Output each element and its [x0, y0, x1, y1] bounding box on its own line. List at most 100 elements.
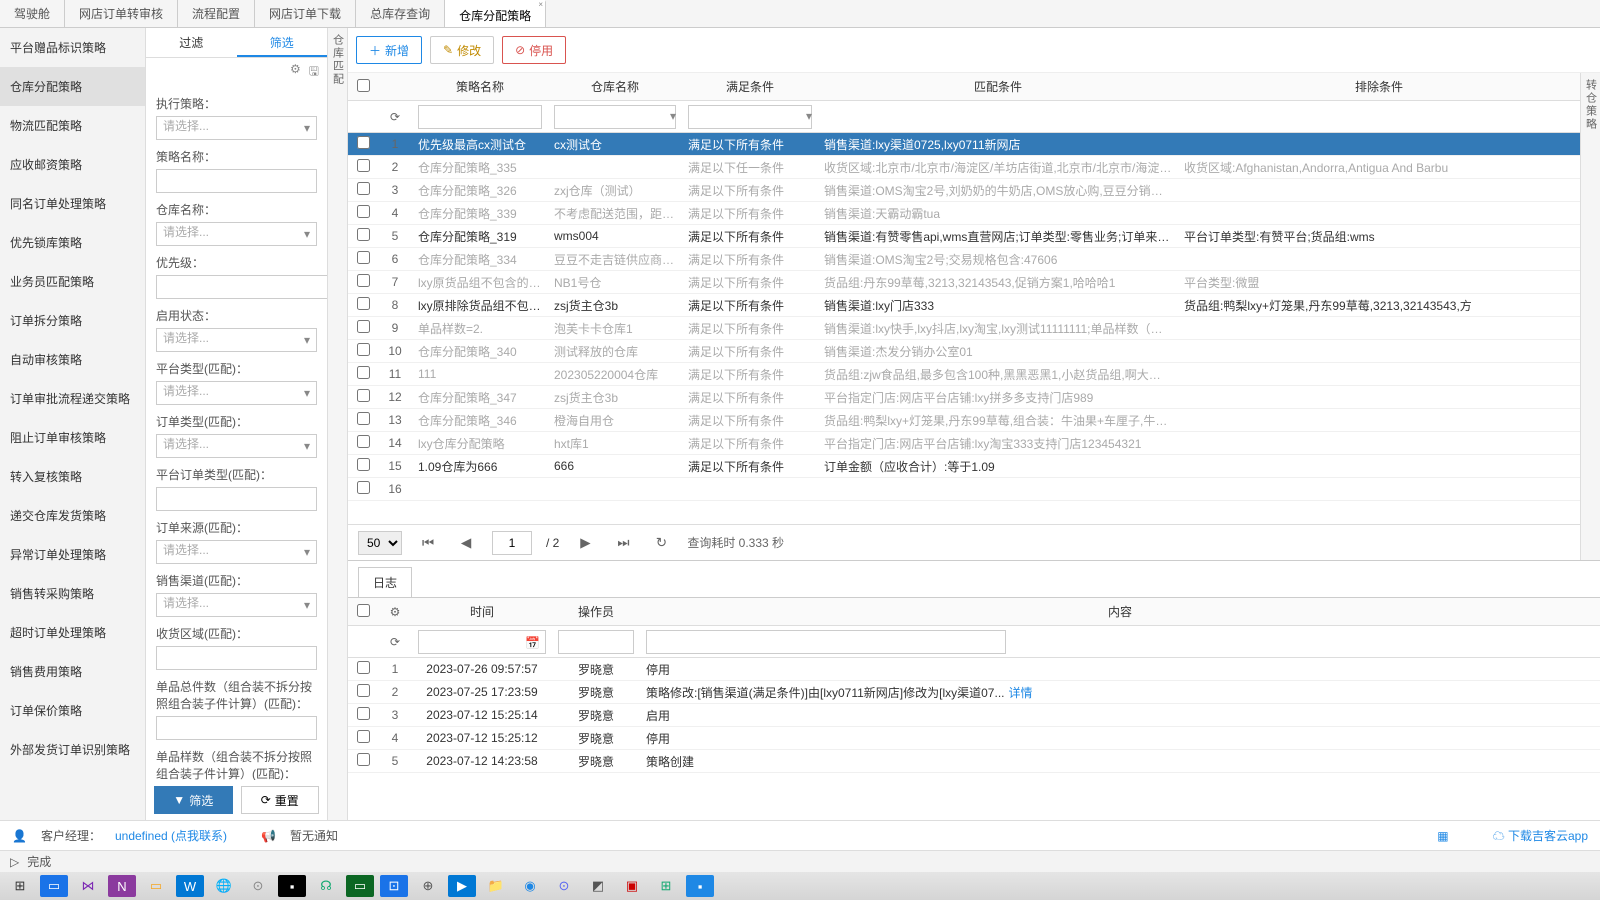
- left-nav-item[interactable]: 销售费用策略: [0, 652, 145, 691]
- last-page-icon[interactable]: ⏭: [611, 531, 635, 555]
- ptype-select[interactable]: 请选择...: [156, 381, 317, 405]
- exec-select[interactable]: 请选择...: [156, 116, 317, 140]
- edit-button[interactable]: ✎修改: [430, 36, 494, 64]
- disable-button[interactable]: ⊘停用: [502, 36, 566, 64]
- reload-icon[interactable]: ⟳: [378, 110, 412, 124]
- left-nav-item[interactable]: 自动审核策略: [0, 340, 145, 379]
- log-reload-icon[interactable]: ⟳: [378, 635, 412, 649]
- detail-link[interactable]: 详情: [1004, 686, 1032, 700]
- task-icon[interactable]: W: [176, 875, 204, 897]
- top-tab[interactable]: 仓库分配策略×: [445, 0, 546, 27]
- select-all-checkbox[interactable]: [357, 79, 370, 92]
- left-nav-item[interactable]: 业务员匹配策略: [0, 262, 145, 301]
- row-checkbox[interactable]: [357, 458, 370, 471]
- left-nav-item[interactable]: 物流匹配策略: [0, 106, 145, 145]
- filter-button[interactable]: ▼筛选: [154, 786, 233, 814]
- task-icon[interactable]: 📁: [482, 875, 510, 897]
- table-row[interactable]: 14 lxy仓库分配策略 hxt库1 满足以下所有条件 平台指定门店:网店平台店…: [348, 432, 1580, 455]
- col-op[interactable]: 操作员: [552, 603, 640, 620]
- first-page-icon[interactable]: ⏮: [416, 531, 440, 555]
- chrome-icon[interactable]: 🌐: [210, 875, 238, 897]
- close-icon[interactable]: ×: [538, 0, 543, 9]
- left-nav-item[interactable]: 递交仓库发货策略: [0, 496, 145, 535]
- left-nav-item[interactable]: 订单保价策略: [0, 691, 145, 730]
- log-row[interactable]: 1 2023-07-26 09:57:57 罗晓意 停用: [348, 658, 1600, 681]
- top-tab[interactable]: 网店订单下载: [255, 0, 356, 27]
- table-row[interactable]: 12 仓库分配策略_347 zsj货主仓3b 满足以下所有条件 平台指定门店:网…: [348, 386, 1580, 409]
- region-input[interactable]: [156, 646, 317, 670]
- task-icon[interactable]: ◩: [584, 875, 612, 897]
- table-row[interactable]: 9 单品样数=2. 泡芙卡卡仓库1 满足以下所有条件 销售渠道:lxy快手,lx…: [348, 317, 1580, 340]
- log-tab[interactable]: 日志: [358, 567, 412, 597]
- task-icon[interactable]: ◉: [516, 875, 544, 897]
- grid-icon[interactable]: ▦: [1437, 829, 1448, 843]
- otype-select[interactable]: 请选择...: [156, 434, 317, 458]
- row-checkbox[interactable]: [357, 251, 370, 264]
- col-cond[interactable]: 满足条件: [682, 78, 818, 95]
- prev-page-icon[interactable]: ◀: [454, 531, 478, 555]
- left-nav-item[interactable]: 同名订单处理策略: [0, 184, 145, 223]
- task-icon[interactable]: ▪: [278, 875, 306, 897]
- task-icon[interactable]: ▶: [448, 875, 476, 897]
- status-select[interactable]: 请选择...: [156, 328, 317, 352]
- row-checkbox[interactable]: [357, 297, 370, 310]
- wh-select[interactable]: 请选择...: [156, 222, 317, 246]
- log-row[interactable]: 2 2023-07-25 17:23:59 罗晓意 策略修改:[销售渠道(满足条…: [348, 681, 1600, 704]
- filter-tab[interactable]: 过滤: [146, 28, 237, 57]
- src-select[interactable]: 请选择...: [156, 540, 317, 564]
- task-icon[interactable]: ⊡: [380, 875, 408, 897]
- name-input[interactable]: [156, 169, 317, 193]
- task-icon[interactable]: ▭: [142, 875, 170, 897]
- filter-tab[interactable]: 筛选: [237, 28, 328, 57]
- table-row[interactable]: 7 lxy原货品组不包含的策略 NB1号仓 满足以下所有条件 货品组:丹东99草…: [348, 271, 1580, 294]
- left-nav-item[interactable]: 阻止订单审核策略: [0, 418, 145, 457]
- row-checkbox[interactable]: [357, 435, 370, 448]
- task-icon[interactable]: ⊞: [652, 875, 680, 897]
- top-tab[interactable]: 驾驶舱: [0, 0, 65, 27]
- filter-cond[interactable]: [688, 105, 812, 129]
- total-input[interactable]: [156, 716, 317, 740]
- table-row[interactable]: 8 lxy原排除货品组不包含... zsj货主仓3b 满足以下所有条件 销售渠道…: [348, 294, 1580, 317]
- table-row[interactable]: 4 仓库分配策略_339 不考虑配送范围，距收... 满足以下所有条件 销售渠道…: [348, 202, 1580, 225]
- collapse-icon[interactable]: ▷: [10, 855, 19, 869]
- row-checkbox[interactable]: [357, 343, 370, 356]
- priority-min[interactable]: [156, 275, 327, 299]
- col-time[interactable]: 时间: [412, 603, 552, 620]
- row-checkbox[interactable]: [357, 182, 370, 195]
- col-name[interactable]: 策略名称: [412, 78, 548, 95]
- reset-button[interactable]: ⟳重置: [241, 786, 320, 814]
- row-checkbox[interactable]: [357, 707, 370, 720]
- row-checkbox[interactable]: [357, 661, 370, 674]
- table-row[interactable]: 13 仓库分配策略_346 橙海自用仓 满足以下所有条件 货品组:鸭梨lxy+灯…: [348, 409, 1580, 432]
- row-checkbox[interactable]: [357, 205, 370, 218]
- table-row[interactable]: 16: [348, 478, 1580, 501]
- page-size[interactable]: 50: [358, 531, 402, 555]
- task-icon[interactable]: ⋈: [74, 875, 102, 897]
- download-app[interactable]: ☁ 下载吉客云app: [1493, 827, 1588, 844]
- row-checkbox[interactable]: [357, 136, 370, 149]
- table-row[interactable]: 6 仓库分配策略_334 豆豆不走吉链供应商虚... 满足以下所有条件 销售渠道…: [348, 248, 1580, 271]
- left-nav-item[interactable]: 订单审批流程递交策略: [0, 379, 145, 418]
- add-button[interactable]: ＋新增: [356, 36, 422, 64]
- filter-content[interactable]: [646, 630, 1006, 654]
- row-checkbox[interactable]: [357, 366, 370, 379]
- table-row[interactable]: 1 优先级最高cx测试仓 cx测试仓 满足以下所有条件 销售渠道:lxy渠道07…: [348, 133, 1580, 156]
- calendar-icon[interactable]: 📅: [525, 636, 540, 650]
- filter-op[interactable]: [558, 630, 634, 654]
- col-match[interactable]: 匹配条件: [818, 78, 1178, 95]
- task-icon[interactable]: ☊: [312, 875, 340, 897]
- col-content[interactable]: 内容: [640, 603, 1600, 620]
- log-gear-icon[interactable]: ⚙: [378, 605, 412, 619]
- next-page-icon[interactable]: ▶: [573, 531, 597, 555]
- filter-wh[interactable]: [554, 105, 676, 129]
- refresh-page-icon[interactable]: ↻: [649, 531, 673, 555]
- task-icon[interactable]: N: [108, 875, 136, 897]
- table-row[interactable]: 3 仓库分配策略_326 zxj仓库（测试） 满足以下所有条件 销售渠道:OMS…: [348, 179, 1580, 202]
- left-nav-item[interactable]: 超时订单处理策略: [0, 613, 145, 652]
- left-nav-item[interactable]: 优先锁库策略: [0, 223, 145, 262]
- gear-icon[interactable]: ⚙: [290, 62, 301, 83]
- log-row[interactable]: 3 2023-07-12 15:25:14 罗晓意 启用: [348, 704, 1600, 727]
- left-nav-item[interactable]: 仓库分配策略: [0, 67, 145, 106]
- task-icon[interactable]: ⊙: [550, 875, 578, 897]
- task-icon[interactable]: ▪: [686, 875, 714, 897]
